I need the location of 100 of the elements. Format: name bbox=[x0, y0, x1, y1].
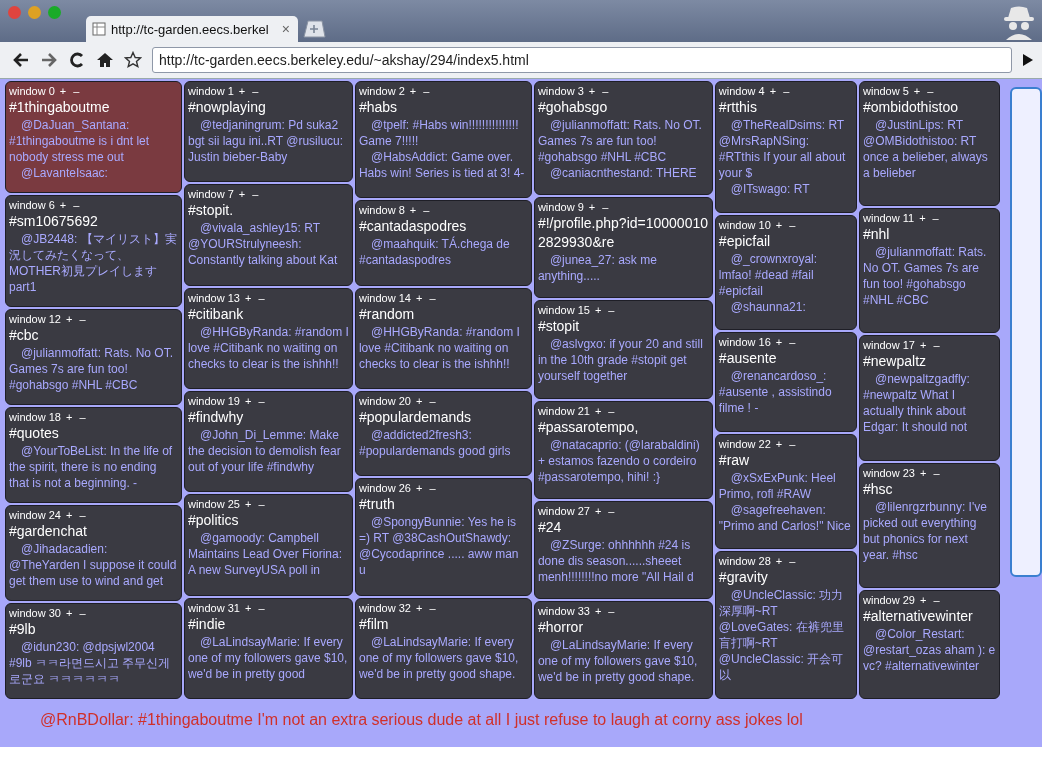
add-button[interactable]: + bbox=[586, 84, 598, 98]
add-button[interactable]: + bbox=[64, 410, 75, 424]
add-button[interactable]: + bbox=[407, 203, 419, 218]
remove-button[interactable]: – bbox=[77, 410, 88, 424]
remove-button[interactable]: – bbox=[606, 303, 617, 318]
window-card[interactable]: window 30 + – #9lb @idun230: @dpsjwl2004 #9lb ㅋㅋ라면드시고 주무신게로군요 ㅋㅋㅋㅋㅋㅋ bbox=[5, 603, 182, 699]
add-button[interactable]: + bbox=[773, 217, 785, 232]
add-button[interactable]: + bbox=[413, 481, 425, 496]
window-card[interactable]: window 17 + – #newpaltz @newpaltzgadfly: #newpaltz What I actually think about Edgar: It should not bbox=[859, 335, 1001, 461]
remove-button[interactable]: – bbox=[427, 394, 438, 408]
window-card[interactable]: window 31 + – #indie @LaLindsayMarie: If every one of my followers gave $10, we'd be in pretty good bbox=[183, 597, 353, 699]
add-button[interactable]: + bbox=[917, 211, 928, 226]
new-tab-icon[interactable] bbox=[302, 20, 326, 38]
window-card[interactable]: window 3 + – #gohabsgo @julianmoffatt: Rats. No OT. Games 7s are fun too! #gohabsgo #NHL #CBC @caniacnthestand: THERE bbox=[533, 81, 713, 196]
remove-button[interactable]: – bbox=[256, 497, 267, 512]
window-card[interactable]: window 1 + – #nowplaying @tedjaningrum: Pd suka2 bgt sii lagu ini..RT @rusilucu: Justin bieber-Baby bbox=[183, 81, 353, 183]
window-card[interactable]: window 8 + – #cantadaspodres @maahquik: TÁ.chega de #cantadaspodres bbox=[354, 200, 532, 286]
remove-button[interactable]: – bbox=[600, 200, 611, 215]
add-button[interactable]: + bbox=[592, 603, 604, 618]
remove-button[interactable]: – bbox=[250, 187, 261, 202]
back-arrow-icon[interactable] bbox=[12, 52, 30, 68]
add-button[interactable]: + bbox=[592, 403, 604, 418]
add-button[interactable]: + bbox=[586, 200, 598, 215]
window-card[interactable]: window 20 + – #populardemands @addicted2fresh3: #populardemands good girls bbox=[354, 391, 532, 477]
window-card[interactable]: window 9 + – #!/profile.php?id=100000102829930&re @junea_27: ask me anything..... bbox=[533, 197, 713, 299]
tab-close-button[interactable]: × bbox=[279, 21, 292, 37]
window-card[interactable]: window 15 + – #stopit @aslvgxo: if your 20 and still in the 10th grade #stopit get yourself together bbox=[533, 300, 713, 399]
go-arrow-icon[interactable] bbox=[1022, 53, 1034, 67]
window-card[interactable]: window 18 + – #quotes @YourToBeList: In the life of the spirit, there is no ending that is not a beginning. - bbox=[5, 407, 182, 503]
add-button[interactable]: + bbox=[242, 497, 254, 512]
add-button[interactable]: + bbox=[236, 187, 248, 202]
remove-button[interactable]: – bbox=[71, 198, 82, 212]
add-button[interactable]: + bbox=[911, 84, 923, 98]
remove-button[interactable]: – bbox=[781, 84, 792, 98]
remove-button[interactable]: – bbox=[606, 503, 617, 518]
window-card[interactable]: window 19 + – #findwhy @John_Di_Lemme: Make the decision to demolish fear out of your life #findwhy bbox=[183, 391, 353, 493]
window-card[interactable]: window 23 + – #hsc @lilenrgzrbunny: I've picked out everything but phonics for next year. #hsc bbox=[859, 462, 1001, 588]
remove-button[interactable]: – bbox=[931, 592, 942, 607]
remove-button[interactable]: – bbox=[925, 84, 936, 98]
remove-button[interactable]: – bbox=[77, 606, 88, 620]
add-button[interactable]: + bbox=[918, 338, 929, 353]
window-card[interactable]: window 11 + – #nhl @julianmoffatt: Rats. No OT. Games 7s are fun too! #gohabsgo #NHL #CBC bbox=[859, 208, 1001, 334]
window-card[interactable]: window 10 + – #epicfail @_crownxroyal: lmfao! #dead #fail #epicfail @shaunna21: bbox=[714, 214, 857, 331]
window-card[interactable]: window 7 + – #stopit. @vivala_ashley15: RT @YOURStrulyneesh: Constantly talking about Kat bbox=[183, 184, 353, 286]
remove-button[interactable]: – bbox=[256, 600, 267, 615]
window-card[interactable]: window 0 + – #1thingaboutme @DaJuan_Santana: #1thingaboutme is i dnt let nobody stress me out @LavanteIsaac: bbox=[5, 81, 182, 193]
window-card[interactable]: window 5 + – #ombidothistoo @JustinLips: RT @OMBidothistoo: RT once a belieber, always a belieber bbox=[859, 81, 1001, 207]
remove-button[interactable]: – bbox=[256, 290, 267, 305]
window-card[interactable]: window 25 + – #politics @gamoody: Campbell Maintains Lead Over Fiorina: A new SurveyUSA poll in bbox=[183, 494, 353, 596]
remove-button[interactable]: – bbox=[931, 338, 942, 353]
add-button[interactable]: + bbox=[57, 198, 69, 212]
remove-button[interactable]: – bbox=[421, 84, 432, 98]
remove-button[interactable]: – bbox=[787, 217, 798, 232]
address-field[interactable]: http://tc-garden.eecs.berkeley.edu/~akshay/294/index5.html bbox=[152, 47, 1012, 73]
add-button[interactable]: + bbox=[773, 436, 785, 451]
add-button[interactable]: + bbox=[242, 394, 254, 408]
reload-icon[interactable] bbox=[68, 51, 86, 69]
add-button[interactable]: + bbox=[64, 312, 75, 326]
remove-button[interactable]: – bbox=[427, 481, 438, 496]
remove-button[interactable]: – bbox=[787, 554, 798, 569]
window-card[interactable]: window 4 + – #rtthis @TheRealDsims: RT @MrsRapNSing: #RTthis If your all about your $ @ITswago: RT bbox=[714, 81, 857, 213]
browser-tab[interactable]: http://tc-garden.eecs.berkel × bbox=[86, 16, 298, 42]
add-button[interactable]: + bbox=[773, 554, 785, 569]
add-button[interactable]: + bbox=[413, 394, 425, 408]
remove-button[interactable]: – bbox=[600, 84, 611, 98]
home-icon[interactable] bbox=[96, 51, 114, 69]
add-button[interactable]: + bbox=[407, 84, 419, 98]
add-button[interactable]: + bbox=[242, 290, 254, 305]
window-card[interactable]: window 16 + – #ausente @renancardoso_: #ausente , assistindo filme ! - bbox=[714, 332, 857, 432]
window-card[interactable]: window 12 + – #cbc @julianmoffatt: Rats. No OT. Games 7s are fun too! #gohabsgo #NHL #CBC bbox=[5, 309, 182, 405]
add-button[interactable]: + bbox=[413, 600, 425, 615]
window-card[interactable]: window 29 + – #alternativewinter @Color_Restart: @restart_ozas aham ): e vc? #alternativewinter bbox=[859, 589, 1001, 699]
add-button[interactable]: + bbox=[236, 84, 248, 98]
add-button[interactable]: + bbox=[918, 465, 929, 480]
remove-button[interactable]: – bbox=[787, 436, 798, 451]
remove-button[interactable]: – bbox=[606, 403, 617, 418]
window-card[interactable]: window 24 + – #gardenchat @Jihadacadien: @TheYarden I suppose it could get them use to wind and get bbox=[5, 505, 182, 601]
window-card[interactable]: window 27 + – #24 @ZSurge: ohhhhhh #24 is done dis season......sheeet menh!!!!!!!!no more "All Hail d bbox=[533, 500, 713, 599]
window-card[interactable]: window 14 + – #random @HHGByRanda: #random I love #Citibank no waiting on checks to clear is the ishhh!! bbox=[354, 287, 532, 389]
remove-button[interactable]: – bbox=[930, 211, 941, 226]
forward-arrow-icon[interactable] bbox=[40, 52, 58, 68]
star-icon[interactable] bbox=[124, 51, 142, 69]
add-button[interactable]: + bbox=[413, 290, 425, 305]
window-card[interactable]: window 6 + – #sm10675692 @JB2448: 【マイリスト】実況してみたくなって、MOTHER初見プレイします part1 bbox=[5, 195, 182, 307]
window-card[interactable]: window 22 + – #raw @xSxExPunk: Heel Primo, rofl #RAW @sagefreehaven: "Primo and Carlos!" Nice bbox=[714, 433, 857, 550]
remove-button[interactable]: – bbox=[787, 335, 798, 350]
remove-button[interactable]: – bbox=[77, 312, 88, 326]
add-button[interactable]: + bbox=[918, 592, 929, 607]
remove-button[interactable]: – bbox=[77, 508, 88, 522]
window-card[interactable]: window 32 + – #film @LaLindsayMarie: If every one of my followers gave $10, we'd be in pretty good shape. bbox=[354, 597, 532, 699]
remove-button[interactable]: – bbox=[606, 603, 617, 618]
window-card[interactable]: window 28 + – #gravity @UncleClassic: 功力深厚啊~RT @LoveGates: 在裤兜里盲打啊~RT @UncleClassic: 开会可以 bbox=[714, 551, 857, 699]
remove-button[interactable]: – bbox=[421, 203, 432, 218]
window-card[interactable]: window 26 + – #truth @SpongyBunnie: Yes he is =) RT @38CashOutShawdy: @Cycodaprince ..... aww man u bbox=[354, 478, 532, 596]
remove-button[interactable]: – bbox=[427, 600, 438, 615]
add-button[interactable]: + bbox=[592, 503, 604, 518]
remove-button[interactable]: – bbox=[250, 84, 261, 98]
remove-button[interactable]: – bbox=[931, 465, 942, 480]
remove-button[interactable]: – bbox=[427, 290, 438, 305]
add-button[interactable]: + bbox=[767, 84, 779, 98]
